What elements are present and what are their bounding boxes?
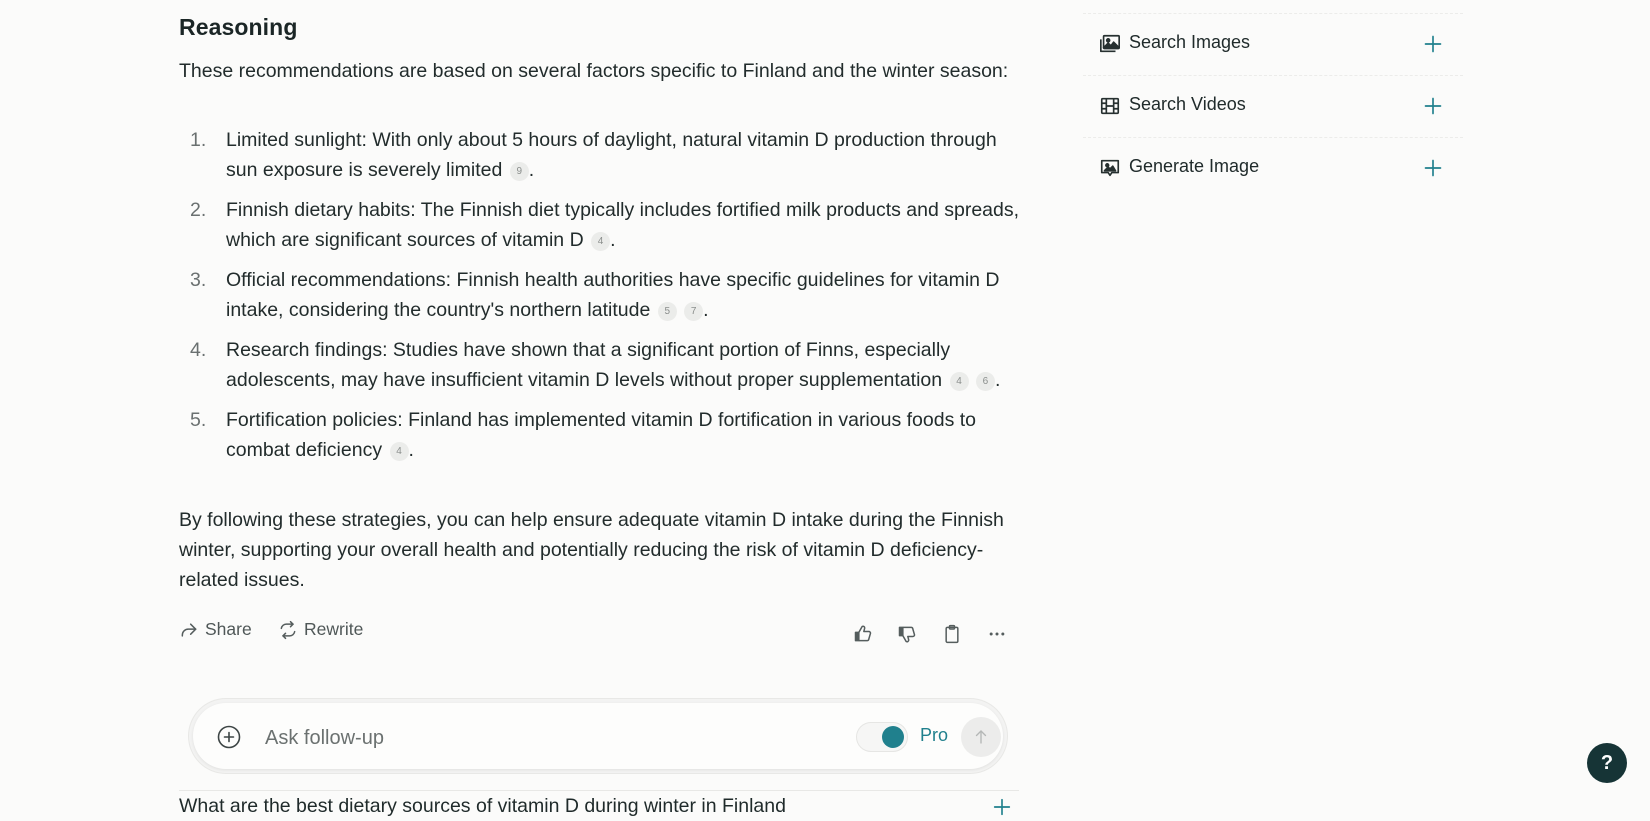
rewrite-label: Rewrite [304,619,364,639]
share-button[interactable]: Share [179,619,252,640]
answer-actions: Share Rewrite [179,619,1019,649]
plus-icon[interactable] [991,796,1013,818]
list-item-text: Fortification policies: Finland has impl… [226,409,977,461]
related-question[interactable]: What are the best dietary sources of vit… [179,790,1019,821]
arrow-up-icon [975,730,987,744]
rewrite-icon [280,620,296,639]
pro-toggle[interactable] [856,722,908,752]
follow-up-input[interactable] [263,721,807,755]
sidebar-item-label: Search Images [1129,32,1251,52]
clipboard-icon [945,624,959,644]
share-icon [181,622,197,637]
images-icon [1100,34,1120,53]
list-number: 5. [190,409,207,431]
thumbs-down-button[interactable] [894,621,920,647]
thumbs-down-icon [898,626,916,643]
reasoning-list: 1. Limited sunlight: With only about 5 h… [179,125,1019,475]
list-item-text: Finnish dietary habits: The Finnish diet… [226,199,1020,251]
help-button[interactable]: ? [1587,743,1627,783]
list-item: 5. Fortification policies: Finland has i… [179,405,1026,465]
list-item: 1. Limited sunlight: With only about 5 h… [179,125,1026,185]
citation-badge[interactable]: 7 [684,302,704,321]
generate-image-icon [1100,159,1120,177]
closing-paragraph: By following these strategies, you can h… [179,509,1004,591]
thumbs-up-icon [854,625,872,642]
list-number: 3. [190,269,207,291]
more-options-button[interactable] [984,621,1010,647]
list-item-text: Research findings: Studies have shown th… [226,339,951,391]
plus-icon [1424,159,1442,177]
citation-badge[interactable]: 4 [591,232,611,251]
attach-plus-icon[interactable] [217,725,241,749]
intro-paragraph: These recommendations are based on sever… [179,60,1009,82]
list-number: 4. [190,339,207,361]
send-button[interactable] [961,717,1001,757]
list-number: 1. [190,129,207,151]
plus-icon [1424,35,1442,53]
citation-badge[interactable]: 5 [657,302,677,321]
sidebar-item-generate-image[interactable]: Generate Image [1083,137,1463,198]
film-icon [1100,97,1120,115]
follow-up-bar: Pro [189,699,1007,773]
sidebar-item-search-images[interactable]: Search Images [1083,13,1463,74]
plus-icon [1424,97,1442,115]
citation-badge[interactable]: 6 [975,372,995,391]
list-item-text: Official recommendations: Finnish health… [226,269,1000,321]
thumbs-up-button[interactable] [850,621,876,647]
pro-label: Pro [920,725,949,745]
list-item: 4. Research findings: Studies have shown… [179,335,1026,395]
rewrite-button[interactable]: Rewrite [278,619,363,640]
sidebar-item-search-videos[interactable]: Search Videos [1083,75,1463,136]
section-heading: Reasoning [179,14,298,40]
list-item: 3. Official recommendations: Finnish hea… [179,265,1026,325]
sidebar-item-label: Generate Image [1129,156,1260,176]
citation-badge[interactable]: 4 [949,372,969,391]
toggle-knob [882,726,904,748]
share-label: Share [205,619,252,639]
sidebar-item-label: Search Videos [1129,94,1246,114]
more-icon [989,632,1005,636]
copy-button[interactable] [939,621,965,647]
citation-badge[interactable]: 4 [389,442,409,461]
related-question-text: What are the best dietary sources of vit… [179,795,786,817]
list-item-text: Limited sunlight: With only about 5 hour… [226,129,997,181]
citation-badge[interactable]: 9 [509,162,529,181]
list-number: 2. [190,199,207,221]
list-item: 2. Finnish dietary habits: The Finnish d… [179,195,1026,255]
follow-up-box: Pro [193,703,1003,769]
